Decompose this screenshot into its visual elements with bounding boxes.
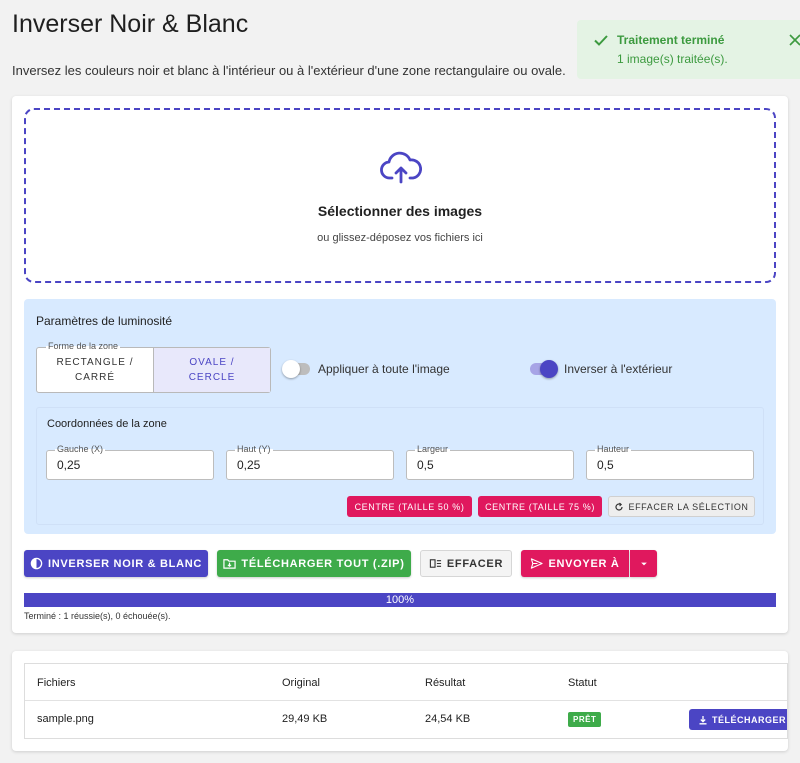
page-title: Inverser Noir & Blanc [12,10,249,38]
left-x-label: Gauche (X) [55,444,106,454]
invert-outside-track [530,360,558,378]
clear-button-label: EFFACER [446,557,504,570]
files-table: Fichiers Original Résultat Statut sample… [24,663,788,739]
send-icon [531,558,544,569]
clear-selection-button[interactable]: EFFACER LA SÉLECTION [608,496,755,517]
send-to-dropdown-button[interactable] [630,550,657,577]
row-separator [25,700,787,701]
height-label: Hauteur [595,444,632,454]
width-field: Largeur [406,444,574,480]
files-card: Fichiers Original Résultat Statut sample… [12,651,788,751]
top-y-label: Haut (Y) [235,444,273,454]
success-toast: Traitement terminé 1 image(s) traitée(s)… [577,20,800,79]
dropzone-subtitle: ou glissez-déposez vos fichiers ici [317,232,483,244]
send-to-button[interactable]: ENVOYER À [521,550,629,577]
refresh-icon [615,502,624,511]
invert-button-label: INVERSER NOIR & BLANC [47,557,203,570]
apply-all-label: Appliquer à toute l'image [318,362,450,376]
apply-all-switch[interactable]: Appliquer à toute l'image [282,359,450,379]
cell-result: 24,54 KB [425,713,471,725]
cloud-upload-icon [380,151,422,184]
shape-rectangle-label: RECTANGLE / CARRÉ [56,357,134,383]
download-file-button[interactable]: TÉLÉCHARGER [689,709,787,730]
top-y-field: Haut (Y) [226,444,394,480]
column-header-result: Résultat [425,677,466,689]
width-label: Largeur [415,444,451,454]
settings-title: Paramètres de luminosité [36,314,173,328]
zone-coordinates: Coordonnées de la zone Gauche (X) Haut (… [36,407,764,525]
download-file-label: TÉLÉCHARGER [712,714,787,725]
clear-button[interactable]: EFFACER [420,550,512,577]
invert-outside-switch[interactable]: Inverser à l'extérieur [530,359,672,379]
coords-title: Coordonnées de la zone [47,418,167,430]
cell-original: 29,49 KB [282,713,328,725]
brightness-settings-panel: Paramètres de luminosité Forme de la zon… [24,299,776,534]
height-field: Hauteur [586,444,754,480]
close-icon[interactable] [788,33,800,47]
left-x-input[interactable] [57,458,205,472]
main-card: Sélectionner des images ou glissez-dépos… [12,96,788,633]
cell-file: sample.png [37,713,94,725]
center-75-button[interactable]: CENTRE (TAILLE 75 %) [478,496,602,517]
status-badge: PRÊT [568,712,602,727]
invert-button[interactable]: INVERSER NOIR & BLANC [24,550,208,577]
dropzone-title: Sélectionner des images [317,203,483,219]
progress-bar: 100% [24,593,776,607]
invert-outside-label: Inverser à l'extérieur [564,362,673,376]
shape-rectangle-button[interactable]: RECTANGLE / CARRÉ [37,348,153,392]
download-icon [699,715,707,724]
folder-download-icon [223,559,237,569]
shape-toggle-group: Forme de la zone RECTANGLE / CARRÉ OVALE… [36,341,271,393]
image-dropzone[interactable]: Sélectionner des images ou glissez-dépos… [24,108,776,283]
shape-oval-label: OVALE / CERCLE [188,357,236,383]
progress-label: 100% [385,594,415,606]
column-header-files: Fichiers [37,677,76,689]
caret-down-icon [640,562,647,565]
download-all-button[interactable]: TÉLÉCHARGER TOUT (.ZIP) [217,550,411,577]
toast-title: Traitement terminé [617,33,725,47]
apply-all-track [282,360,310,378]
contrast-icon [30,557,43,570]
check-icon [594,35,608,46]
column-header-original: Original [282,677,320,689]
status-text: Terminé : 1 réussie(s), 0 échouée(s). [24,611,171,621]
left-x-field: Gauche (X) [46,444,214,480]
clear-list-icon [429,559,441,568]
shape-oval-button[interactable]: OVALE / CERCLE [153,348,270,392]
height-input[interactable] [597,458,745,472]
download-all-label: TÉLÉCHARGER TOUT (.ZIP) [241,557,405,570]
clear-selection-label: EFFACER LA SÉLECTION [628,501,749,512]
width-input[interactable] [417,458,565,472]
invert-outside-thumb [540,360,558,378]
shape-legend: Forme de la zone [46,341,121,351]
top-y-input[interactable] [237,458,385,472]
page-description: Inversez les couleurs noir et blanc à l'… [12,63,566,78]
send-to-label: ENVOYER À [548,557,620,570]
column-header-status: Statut [568,677,597,689]
apply-all-thumb [282,360,300,378]
toast-message: 1 image(s) traitée(s). [617,52,728,66]
center-50-button[interactable]: CENTRE (TAILLE 50 %) [347,496,472,517]
